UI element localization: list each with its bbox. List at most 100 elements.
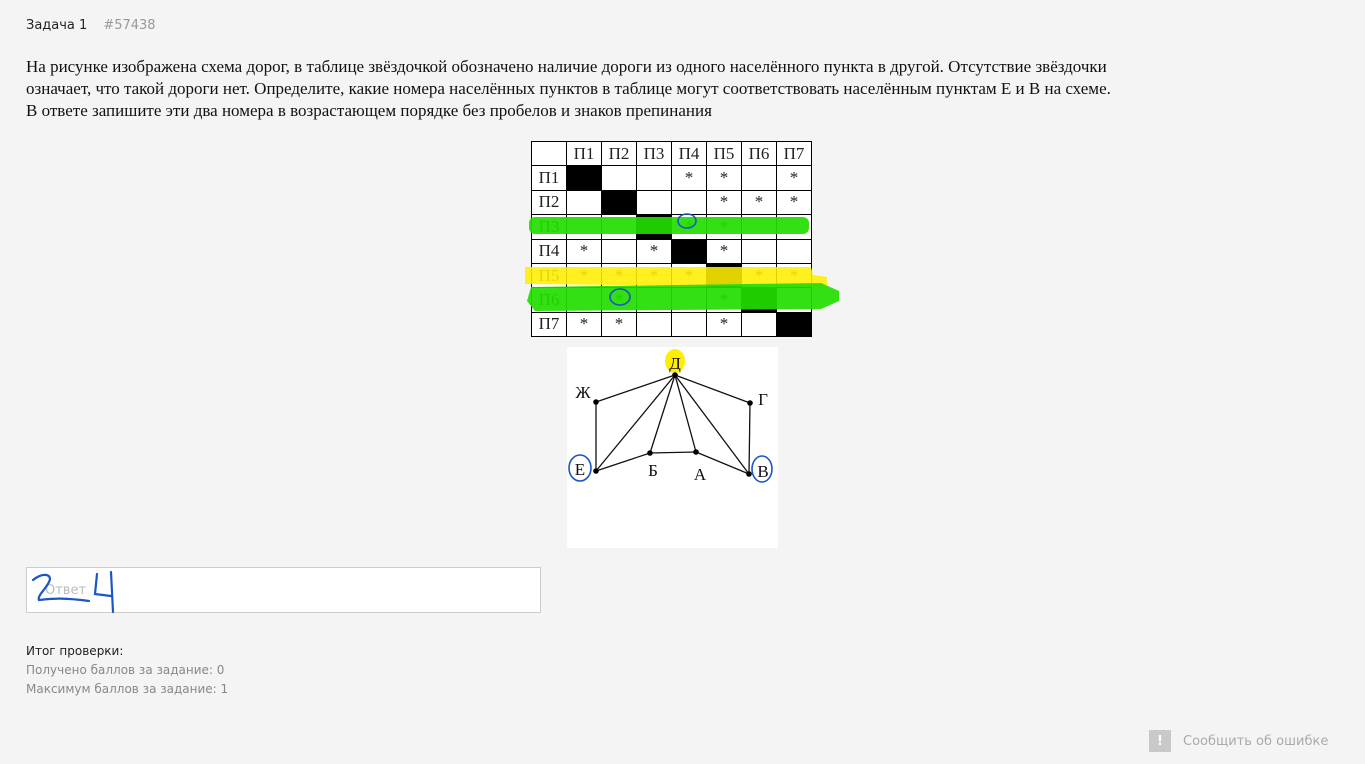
table-row: П1 * * * — [531, 165, 812, 191]
table-row: П6 * * — [531, 287, 812, 313]
table-cell: * — [706, 189, 742, 216]
graph-node-label: Г — [758, 390, 768, 409]
task-header: Задача 1 #57438 — [26, 18, 156, 33]
table-cell — [776, 214, 812, 240]
table-cell — [636, 287, 672, 313]
table-cell — [601, 238, 637, 264]
task-title: Задача 1 — [26, 18, 88, 33]
road-edge — [649, 451, 697, 454]
table-cell — [566, 214, 602, 240]
graph-node — [746, 471, 752, 477]
graph-node-label: Д — [669, 354, 681, 373]
road-edge — [595, 374, 676, 472]
graph-node-label: В — [757, 462, 768, 481]
table-cell: * — [566, 262, 602, 289]
row-header: П5 — [531, 262, 567, 289]
table-cell — [671, 287, 707, 313]
adjacency-figure: П1 П2 П3 П4 П5 П6 П7 П1 * * * П2 * * * П3 * * П4 * * * П5 * * * * *… — [525, 140, 839, 338]
road-edge — [674, 374, 697, 453]
graph-node — [747, 400, 753, 406]
table-cell: * — [741, 189, 777, 216]
table-row: П5 * * * * * * — [531, 262, 812, 289]
question-line: На рисунке изображена схема дорог, в таб… — [26, 57, 1107, 76]
table-cell: * — [566, 311, 602, 338]
column-header: П5 — [706, 140, 742, 167]
diagonal-cell — [566, 165, 602, 191]
report-error-button[interactable]: ! Сообщить об ошибке — [1149, 730, 1328, 752]
table-cell: * — [566, 238, 602, 264]
table-cell: * — [601, 262, 637, 289]
points-max: Максимум баллов за задание: 1 — [26, 682, 229, 696]
row-header: П4 — [531, 238, 567, 264]
row-header: П2 — [531, 189, 567, 216]
table-cell — [741, 238, 777, 264]
graph-node — [693, 449, 699, 455]
table-cell: * — [671, 165, 707, 191]
row-header: П3 — [531, 214, 567, 240]
answer-input[interactable] — [43, 582, 527, 599]
table-cell: * — [636, 238, 672, 264]
graph-node-label: Ж — [575, 383, 591, 402]
table-cell: * — [601, 311, 637, 338]
table-cell — [566, 189, 602, 216]
row-header: П6 — [531, 287, 567, 313]
column-header: П2 — [601, 140, 637, 167]
table-cell — [741, 214, 777, 240]
table-cell: * — [776, 189, 812, 216]
graph-node-label: А — [694, 465, 707, 484]
row-header: П7 — [531, 311, 567, 338]
table-cell — [636, 165, 672, 191]
task-number[interactable]: #57438 — [103, 18, 155, 33]
table-cell: * — [706, 311, 742, 338]
row-header: П1 — [531, 165, 567, 191]
adjacency-table: П1 П2 П3 П4 П5 П6 П7 П1 * * * П2 * * * П3 * * П4 * * * П5 * * * * *… — [531, 140, 812, 338]
points-received: Получено баллов за задание: 0 — [26, 663, 225, 677]
table-cell: * — [636, 262, 672, 289]
table-cell — [671, 311, 707, 338]
column-header: П4 — [671, 140, 707, 167]
table-cell: * — [741, 262, 777, 289]
column-header: П6 — [741, 140, 777, 167]
table-cell — [601, 165, 637, 191]
graph-node-label: Б — [648, 461, 658, 480]
table-row: П4 * * * — [531, 238, 812, 264]
question-line: В ответе запишите эти два номера в возра… — [26, 101, 712, 120]
table-row: П7 * * * — [531, 311, 812, 338]
road-edge — [748, 402, 751, 475]
table-cell: * — [706, 238, 742, 264]
table-cell: * — [706, 165, 742, 191]
diagonal-cell — [706, 262, 742, 289]
table-cell — [741, 311, 777, 338]
report-error-label[interactable]: Сообщить об ошибке — [1183, 734, 1328, 749]
table-cell — [776, 287, 812, 313]
table-cell — [636, 311, 672, 338]
column-header: П3 — [636, 140, 672, 167]
column-header: П1 — [566, 140, 602, 167]
answer-field[interactable] — [26, 567, 541, 614]
result-heading: Итог проверки: — [26, 644, 124, 658]
graph-node — [593, 468, 599, 474]
table-cell: * — [706, 214, 742, 240]
result-block: Итог проверки: Получено баллов за задани… — [26, 642, 228, 699]
table-cell — [671, 189, 707, 216]
table-cell — [636, 189, 672, 216]
question-text: На рисунке изображена схема дорог, в таб… — [26, 56, 1326, 122]
column-header: П7 — [776, 140, 812, 167]
table-row: П3 * * — [531, 214, 812, 240]
table-cell: * — [671, 262, 707, 289]
graph-node — [647, 450, 653, 456]
diagonal-cell — [776, 311, 812, 338]
diagonal-cell — [671, 238, 707, 264]
column-header — [531, 140, 567, 167]
table-cell — [601, 214, 637, 240]
table-row: П2 * * * — [531, 189, 812, 216]
graph-node-label: Е — [575, 460, 585, 479]
table-cell: * — [671, 214, 707, 240]
diagonal-cell — [601, 189, 637, 216]
table-cell — [741, 165, 777, 191]
question-line: означает, что такой дороги нет. Определи… — [26, 79, 1111, 98]
table-cell: * — [601, 287, 637, 313]
graph-node — [593, 399, 599, 405]
exclamation-icon: ! — [1149, 730, 1171, 752]
road-edge — [649, 374, 676, 454]
